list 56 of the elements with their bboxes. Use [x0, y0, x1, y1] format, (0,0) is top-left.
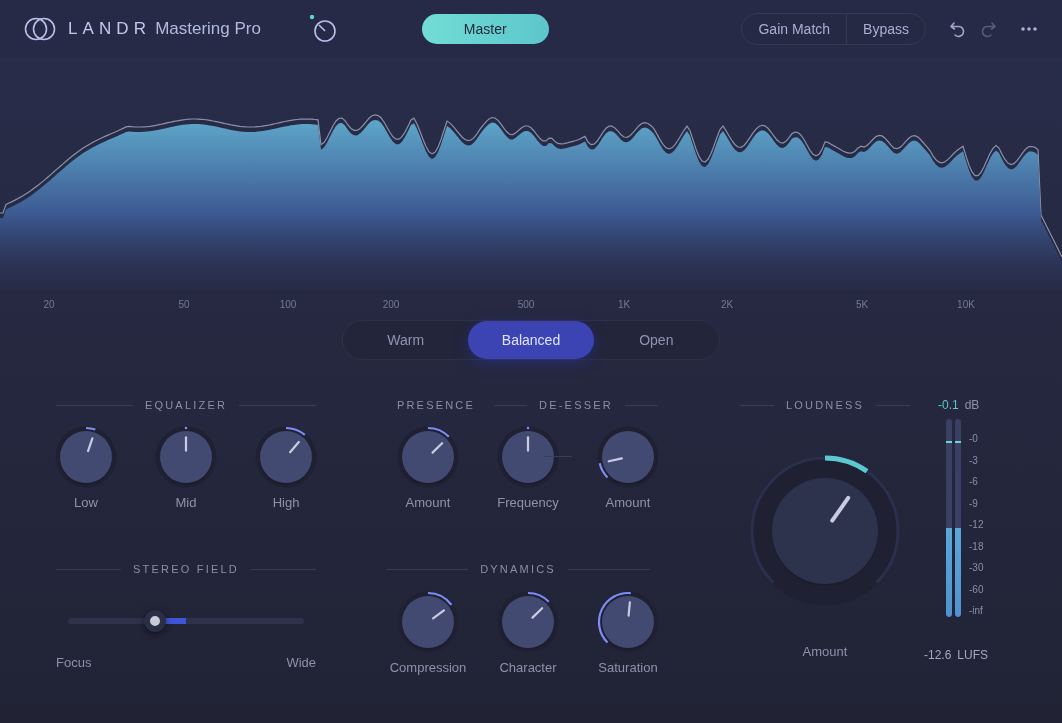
knob[interactable] — [596, 425, 660, 489]
section-title: DYNAMICS — [480, 562, 556, 578]
frequency-label: 2K — [720, 298, 734, 312]
knob-icon[interactable] — [308, 14, 339, 44]
meter-scale-label: -60 — [969, 583, 984, 596]
peak-marker — [946, 441, 952, 443]
knob-label: Low — [74, 494, 98, 512]
slider-thumb[interactable] — [144, 609, 167, 632]
meter-scale-label: -inf — [969, 605, 984, 617]
frequency-label: 500 — [517, 298, 535, 312]
knob-label: Amount — [605, 494, 651, 512]
meter-scale-label: -30 — [969, 562, 984, 574]
frequency-label: 20 — [43, 298, 55, 312]
frequency-label: 1K — [617, 298, 631, 312]
section-title: EQUALIZER — [144, 397, 228, 413]
style-tab[interactable]: Open — [593, 321, 719, 359]
frequency-label: 50 — [178, 298, 190, 312]
meter-scale-label: -18 — [969, 540, 984, 553]
knob[interactable] — [396, 425, 460, 489]
unit-label: LUFS — [957, 647, 989, 664]
slider-label: Focus — [56, 653, 92, 672]
knob-label: Mid — [175, 494, 197, 512]
toggle-button[interactable]: Gain Match — [742, 14, 847, 44]
knob[interactable] — [254, 425, 318, 489]
meter-scale-label: -3 — [969, 454, 979, 467]
frequency-label: 200 — [382, 298, 400, 312]
frequency-label: 10K — [957, 298, 975, 312]
unit-label: dB — [964, 397, 980, 414]
logo-text: LANDR — [68, 18, 152, 41]
meter-scale-label: -12 — [969, 519, 984, 531]
knob-label: Saturation — [598, 658, 658, 677]
knob-label: Compression — [389, 658, 467, 677]
lufs-reading: -12.6 — [924, 647, 952, 664]
knob-label: Amount — [802, 643, 848, 661]
meter-scale-label: -6 — [969, 476, 979, 488]
knob-label: High — [272, 494, 300, 512]
frequency-label: 5K — [855, 298, 869, 312]
section-title: LOUDNESS — [785, 397, 865, 413]
section-title: DE-ESSER — [539, 397, 613, 413]
slider-label: Wide — [286, 653, 316, 672]
more-icon[interactable] — [1020, 26, 1038, 32]
knob-label: Amount — [405, 494, 451, 512]
section-title: PRESENCE — [396, 397, 476, 413]
master-button[interactable]: Master — [421, 14, 549, 44]
style-tab[interactable]: Warm — [343, 321, 469, 359]
meter-scale-label: -0 — [969, 433, 979, 445]
style-tab[interactable]: Balanced — [468, 321, 594, 359]
knob-label: Frequency — [497, 494, 559, 512]
toggle-button[interactable]: Bypass — [846, 14, 925, 44]
meter-scale-label: -9 — [969, 497, 979, 510]
peak-marker — [955, 441, 961, 443]
product-name: Mastering Pro — [155, 18, 261, 41]
peak-reading: -0.1 — [938, 397, 959, 414]
section-title: STEREO FIELD — [133, 562, 239, 578]
knob-label: Character — [499, 658, 557, 677]
frequency-label: 100 — [279, 298, 297, 312]
